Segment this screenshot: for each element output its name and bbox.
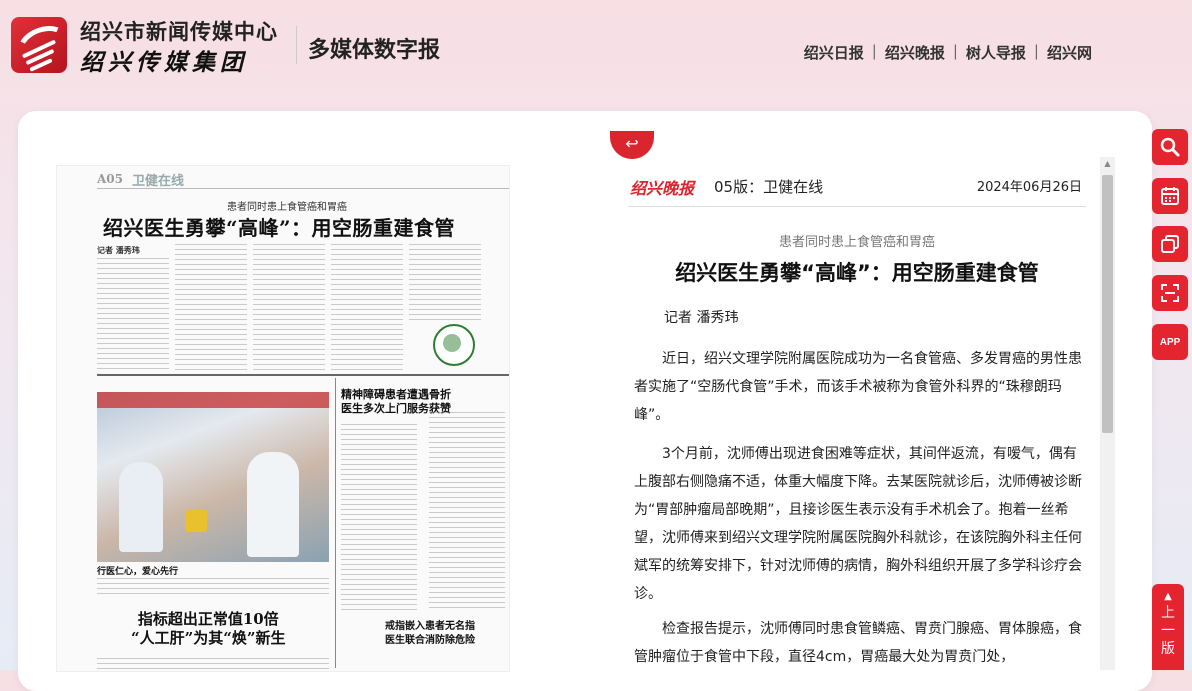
scan-button[interactable] xyxy=(1152,275,1188,311)
photo-caption: 行医仁心，爱心先行 xyxy=(97,567,179,577)
text-column xyxy=(253,244,325,370)
text-column xyxy=(97,258,169,370)
article-scrollbar[interactable]: ▲ xyxy=(1100,157,1115,670)
green-seal xyxy=(433,324,475,366)
page-divider-vertical xyxy=(335,378,336,668)
link-shaoxing-net[interactable]: 绍兴网 xyxy=(1047,42,1092,63)
search-button[interactable] xyxy=(1152,129,1188,165)
link-separator: | xyxy=(952,42,958,60)
brand-name-bottom: 绍兴传媒集团 xyxy=(80,49,248,76)
page-divider xyxy=(97,374,509,376)
link-shuren-guide[interactable]: 树人导报 xyxy=(966,42,1026,63)
previous-page-button[interactable]: ▲ 上一版 xyxy=(1152,584,1184,670)
calendar-button[interactable] xyxy=(1152,178,1188,214)
hospital-photo[interactable] xyxy=(97,392,329,562)
caption-text xyxy=(97,578,329,598)
link-separator: | xyxy=(871,42,877,60)
article-kicker: 患者同时患上食管癌和胃癌 xyxy=(778,235,935,250)
calendar-icon xyxy=(1161,187,1179,205)
digital-paper-title: 多媒体数字报 xyxy=(308,37,441,63)
page-number: A05 xyxy=(97,172,124,186)
page-section: 卫健在线 xyxy=(132,174,185,189)
lower-headline[interactable]: 指标超出正常值10倍 “人工肝”为其“焕”新生 xyxy=(131,610,286,648)
site-header: 绍兴市新闻传媒中心 绍兴传媒集团 多媒体数字报 绍兴日报 | 绍兴晚报 | 树人… xyxy=(0,0,1192,100)
newspaper-page-image[interactable]: A05 卫健在线 患者同时患上食管癌和胃癌 绍兴医生勇攀“高峰”：用空肠重建食管… xyxy=(56,165,510,672)
text-column xyxy=(331,244,403,370)
newspaper-links: 绍兴日报 | 绍兴晚报 | 树人导报 | 绍兴网 xyxy=(804,42,1092,63)
search-icon xyxy=(1160,137,1180,157)
text-column xyxy=(409,244,481,320)
edition-label: 05版：卫健在线 xyxy=(714,178,824,196)
article-paragraph: 3个月前，沈师傅出现进食困难等症状，其间伴返流，有嗳气，偶有上腹部右侧隐痛不适，… xyxy=(634,446,1082,602)
up-arrow-icon: ▲ xyxy=(1164,591,1172,602)
brand-divider xyxy=(296,26,297,64)
page-headline[interactable]: 绍兴医生勇攀“高峰”：用空肠重建食管 xyxy=(103,212,455,241)
media-center-logo[interactable] xyxy=(11,17,67,73)
article-paragraph: 检查报告提示，沈师傅同时患食管鳞癌、胃贲门腺癌、胃体腺癌，食管肿瘤位于食管中下段… xyxy=(634,621,1082,665)
copy-icon xyxy=(1161,235,1179,253)
app-button[interactable]: APP xyxy=(1152,324,1188,360)
previous-page-label: 上一版 xyxy=(1161,605,1175,657)
page-rule xyxy=(97,188,509,189)
text-column xyxy=(341,424,417,610)
evening-paper-logo: 绍兴晚报 xyxy=(630,179,695,198)
back-arrow-icon: ↩ xyxy=(625,134,639,153)
article-author: 记者 潘秀玮 xyxy=(664,310,739,326)
article-header: 绍兴晚报 05版：卫健在线 2024年06月26日 xyxy=(628,172,1086,207)
scroll-up-arrow-icon[interactable]: ▲ xyxy=(1100,157,1115,171)
copy-button[interactable] xyxy=(1152,226,1188,262)
app-icon: APP xyxy=(1159,336,1181,348)
page-byline: 记者 潘秀玮 xyxy=(97,246,140,255)
page-kicker: 患者同时患上食管癌和胃癌 xyxy=(227,202,347,213)
link-shaoxing-evening[interactable]: 绍兴晚报 xyxy=(885,42,945,63)
scroll-thumb[interactable] xyxy=(1102,175,1113,433)
link-shaoxing-daily[interactable]: 绍兴日报 xyxy=(804,42,864,63)
article-paragraph: 近日，绍兴文理学院附属医院成功为一名食管癌、多发胃癌的男性患者实施了“空肠代食管… xyxy=(634,351,1082,423)
text-column xyxy=(175,244,247,370)
publish-date: 2024年06月26日 xyxy=(976,180,1082,195)
text-column xyxy=(429,412,505,610)
article-title: 绍兴医生勇攀“高峰”：用空肠重建食管 xyxy=(675,261,1039,285)
brand-name-top: 绍兴市新闻传媒中心 xyxy=(80,19,278,44)
lower-sub-headline[interactable]: 戒指嵌入患者无名指 医生联合消防除危险 xyxy=(385,620,475,648)
scan-icon xyxy=(1161,284,1179,302)
link-separator: | xyxy=(1033,42,1039,60)
